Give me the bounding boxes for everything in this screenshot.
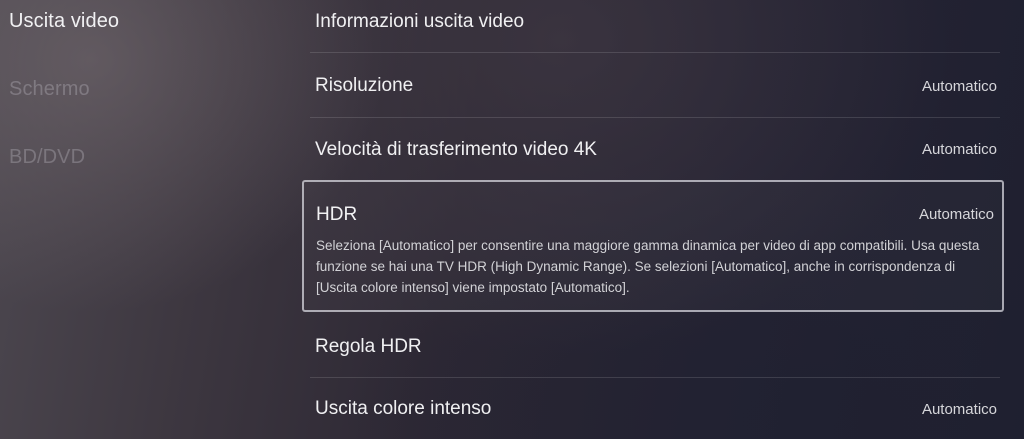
setting-risoluzione[interactable]: Risoluzione Automatico [302, 53, 1008, 117]
setting-value: Automatico [921, 78, 997, 95]
setting-value: Automatico [921, 141, 997, 158]
setting-info-uscita-video[interactable]: Informazioni uscita video [302, 0, 1008, 52]
setting-label: Velocità di trasferimento video 4K [315, 139, 597, 160]
sidebar-item-bd-dvd[interactable]: BD/DVD [9, 146, 85, 169]
sidebar: Uscita video Schermo BD/DVD [0, 0, 280, 439]
setting-label: HDR [316, 204, 358, 225]
setting-value: Automatico [921, 401, 997, 418]
setting-label: Informazioni uscita video [315, 11, 525, 32]
setting-uscita-colore-intenso[interactable]: Uscita colore intenso Automatico [302, 378, 1008, 439]
sidebar-item-uscita-video[interactable]: Uscita video [9, 10, 119, 33]
setting-regola-hdr[interactable]: Regola HDR [302, 314, 1008, 376]
setting-label: Risoluzione [315, 75, 414, 96]
setting-value: Automatico [918, 206, 994, 223]
setting-label: Regola HDR [315, 336, 422, 357]
setting-label: Uscita colore intenso [315, 398, 492, 419]
setting-hdr-focused[interactable]: HDR Automatico Seleziona [Automatico] pe… [302, 180, 1004, 312]
sidebar-item-schermo[interactable]: Schermo [9, 78, 90, 101]
setting-description: Seleziona [Automatico] per consentire un… [316, 238, 980, 295]
setting-velocita-trasferimento-4k[interactable]: Velocità di trasferimento video 4K Autom… [302, 118, 1008, 180]
